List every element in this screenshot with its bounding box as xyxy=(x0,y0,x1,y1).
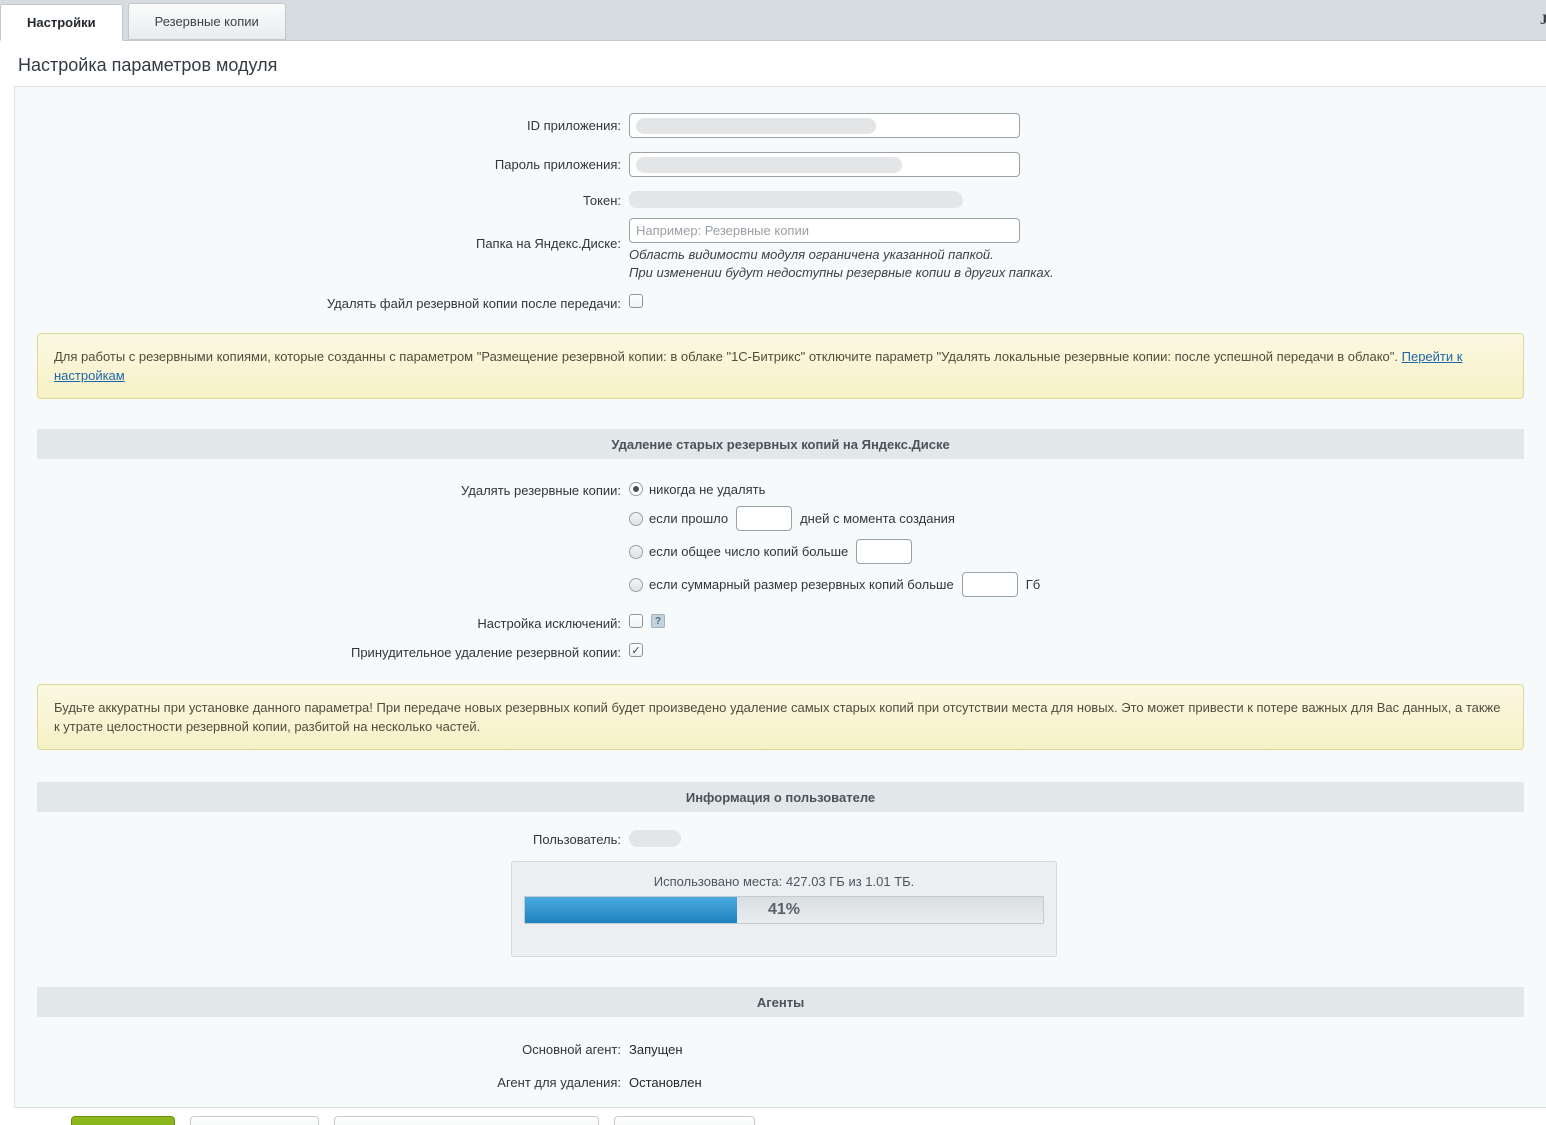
radio-size[interactable] xyxy=(629,578,643,592)
redacted-user-value xyxy=(629,830,681,847)
tab-backups-label: Резервные копии xyxy=(155,14,259,29)
app-id-label: ID приложения: xyxy=(15,113,629,133)
page-title: Настройка параметров модуля xyxy=(0,41,1546,86)
settings-form: ID приложения: Пароль приложения: Токен:… xyxy=(14,86,1546,1108)
radio-never-label: никогда не удалять xyxy=(649,482,765,497)
folder-hint: Область видимости модуля ограничена указ… xyxy=(629,246,1054,282)
section-cleanup-title: Удаление старых резервных копий на Яндек… xyxy=(611,437,949,452)
size-input[interactable] xyxy=(962,572,1018,597)
restore-defaults-button[interactable]: Восстановить значения по умолчанию xyxy=(334,1116,600,1125)
count-input[interactable] xyxy=(856,539,912,564)
delete-agent-label: Агент для удаления: xyxy=(15,1070,629,1090)
main-agent-label: Основной агент: xyxy=(15,1037,629,1057)
section-agents-title: Агенты xyxy=(757,995,804,1010)
radio-count[interactable] xyxy=(629,545,643,559)
radio-days[interactable] xyxy=(629,512,643,526)
user-label: Пользователь: xyxy=(15,830,629,847)
quota-title: Использовано места: 427.03 ГБ из 1.01 ТБ… xyxy=(524,874,1044,889)
tab-bar: Настройки Резервные копии J xyxy=(0,0,1546,41)
row-delete-after-transfer: Удалять файл резервной копии после перед… xyxy=(15,292,1546,311)
section-user-title: Информация о пользователе xyxy=(686,790,875,805)
radio-size-label-after: Гб xyxy=(1026,577,1041,592)
disk-quota-widget: Использовано места: 427.03 ГБ из 1.01 ТБ… xyxy=(511,861,1057,957)
section-header-user: Информация о пользователе xyxy=(37,782,1524,812)
row-force-delete: Принудительное удаление резервной копии:… xyxy=(15,641,1546,660)
redacted-app-id-value xyxy=(636,118,876,134)
exceptions-checkbox[interactable] xyxy=(629,614,643,628)
redacted-app-password-value xyxy=(636,157,902,173)
app-password-label: Пароль приложения: xyxy=(15,152,629,172)
radio-never[interactable] xyxy=(629,482,643,496)
row-app-id: ID приложения: xyxy=(15,113,1546,138)
folder-label: Папка на Яндекс.Диске: xyxy=(15,218,629,251)
section-header-agents: Агенты xyxy=(37,987,1524,1017)
force-delete-checkbox[interactable]: ✓ xyxy=(629,643,643,657)
redacted-token-value xyxy=(629,191,963,208)
app-id-input[interactable] xyxy=(629,113,1020,138)
stop-agent-button[interactable]: Остановить агент xyxy=(614,1116,755,1125)
radio-count-label: если общее число копий больше xyxy=(649,544,848,559)
row-delete-backups: Удалять резервные копии: никогда не удал… xyxy=(15,479,1546,604)
save-button[interactable]: Сохранить xyxy=(71,1116,175,1125)
warning-notice-text: Будьте аккуратны при установке данного п… xyxy=(54,700,1500,734)
radio-days-label-after: дней с момента создания xyxy=(800,511,955,526)
cloud-notice: Для работы с резервными копиями, которые… xyxy=(37,333,1524,399)
row-folder: Папка на Яндекс.Диске: Например: Резервн… xyxy=(15,218,1546,282)
folder-input-placeholder: Например: Резервные копии xyxy=(636,223,809,238)
help-icon[interactable]: ? xyxy=(651,614,665,628)
delete-after-transfer-label: Удалять файл резервной копии после перед… xyxy=(15,292,629,311)
force-delete-label: Принудительное удаление резервной копии: xyxy=(15,641,629,660)
tab-backups[interactable]: Резервные копии xyxy=(128,3,286,40)
cutoff-text: J xyxy=(1540,12,1546,29)
radio-option-size: если суммарный размер резервных копий бо… xyxy=(629,571,1040,598)
token-label: Токен: xyxy=(15,191,629,208)
quota-percent-label: 41% xyxy=(525,897,1043,923)
main-agent-status: Запущен xyxy=(629,1037,683,1057)
tab-settings-label: Настройки xyxy=(27,15,96,30)
delete-backups-label: Удалять резервные копии: xyxy=(15,479,629,498)
radio-option-never: никогда не удалять xyxy=(629,479,1040,499)
app-password-input[interactable] xyxy=(629,152,1020,177)
get-token-button[interactable]: Получить Токен xyxy=(190,1116,319,1125)
row-token: Токен: xyxy=(15,191,1546,208)
row-user: Пользователь: xyxy=(15,830,1546,847)
folder-hint-line1: Область видимости модуля ограничена указ… xyxy=(629,246,1054,264)
folder-hint-line2: При изменении будут недоступны резервные… xyxy=(629,264,1054,282)
row-exceptions: Настройка исключений: ? xyxy=(15,612,1546,631)
button-bar: Сохранить Получить Токен Восстановить зн… xyxy=(71,1116,1546,1125)
radio-option-days: если прошло дней с момента создания xyxy=(629,505,1040,532)
radio-option-count: если общее число копий больше xyxy=(629,538,1040,565)
row-app-password: Пароль приложения: xyxy=(15,152,1546,177)
radio-size-label-before: если суммарный размер резервных копий бо… xyxy=(649,577,954,592)
radio-days-label-before: если прошло xyxy=(649,511,728,526)
agent-row-main: Основной агент: Запущен xyxy=(15,1037,1546,1057)
quota-progress-bar: 41% xyxy=(524,896,1044,924)
days-input[interactable] xyxy=(736,506,792,531)
section-header-cleanup: Удаление старых резервных копий на Яндек… xyxy=(37,429,1524,459)
exceptions-label: Настройка исключений: xyxy=(15,612,629,631)
folder-input[interactable]: Например: Резервные копии xyxy=(629,218,1020,243)
agent-row-delete: Агент для удаления: Остановлен xyxy=(15,1070,1546,1090)
warning-notice: Будьте аккуратны при установке данного п… xyxy=(37,684,1524,750)
cloud-notice-text: Для работы с резервными копиями, которые… xyxy=(54,349,1402,364)
delete-agent-status: Остановлен xyxy=(629,1070,702,1090)
tab-settings[interactable]: Настройки xyxy=(0,4,123,41)
delete-after-transfer-checkbox[interactable] xyxy=(629,294,643,308)
